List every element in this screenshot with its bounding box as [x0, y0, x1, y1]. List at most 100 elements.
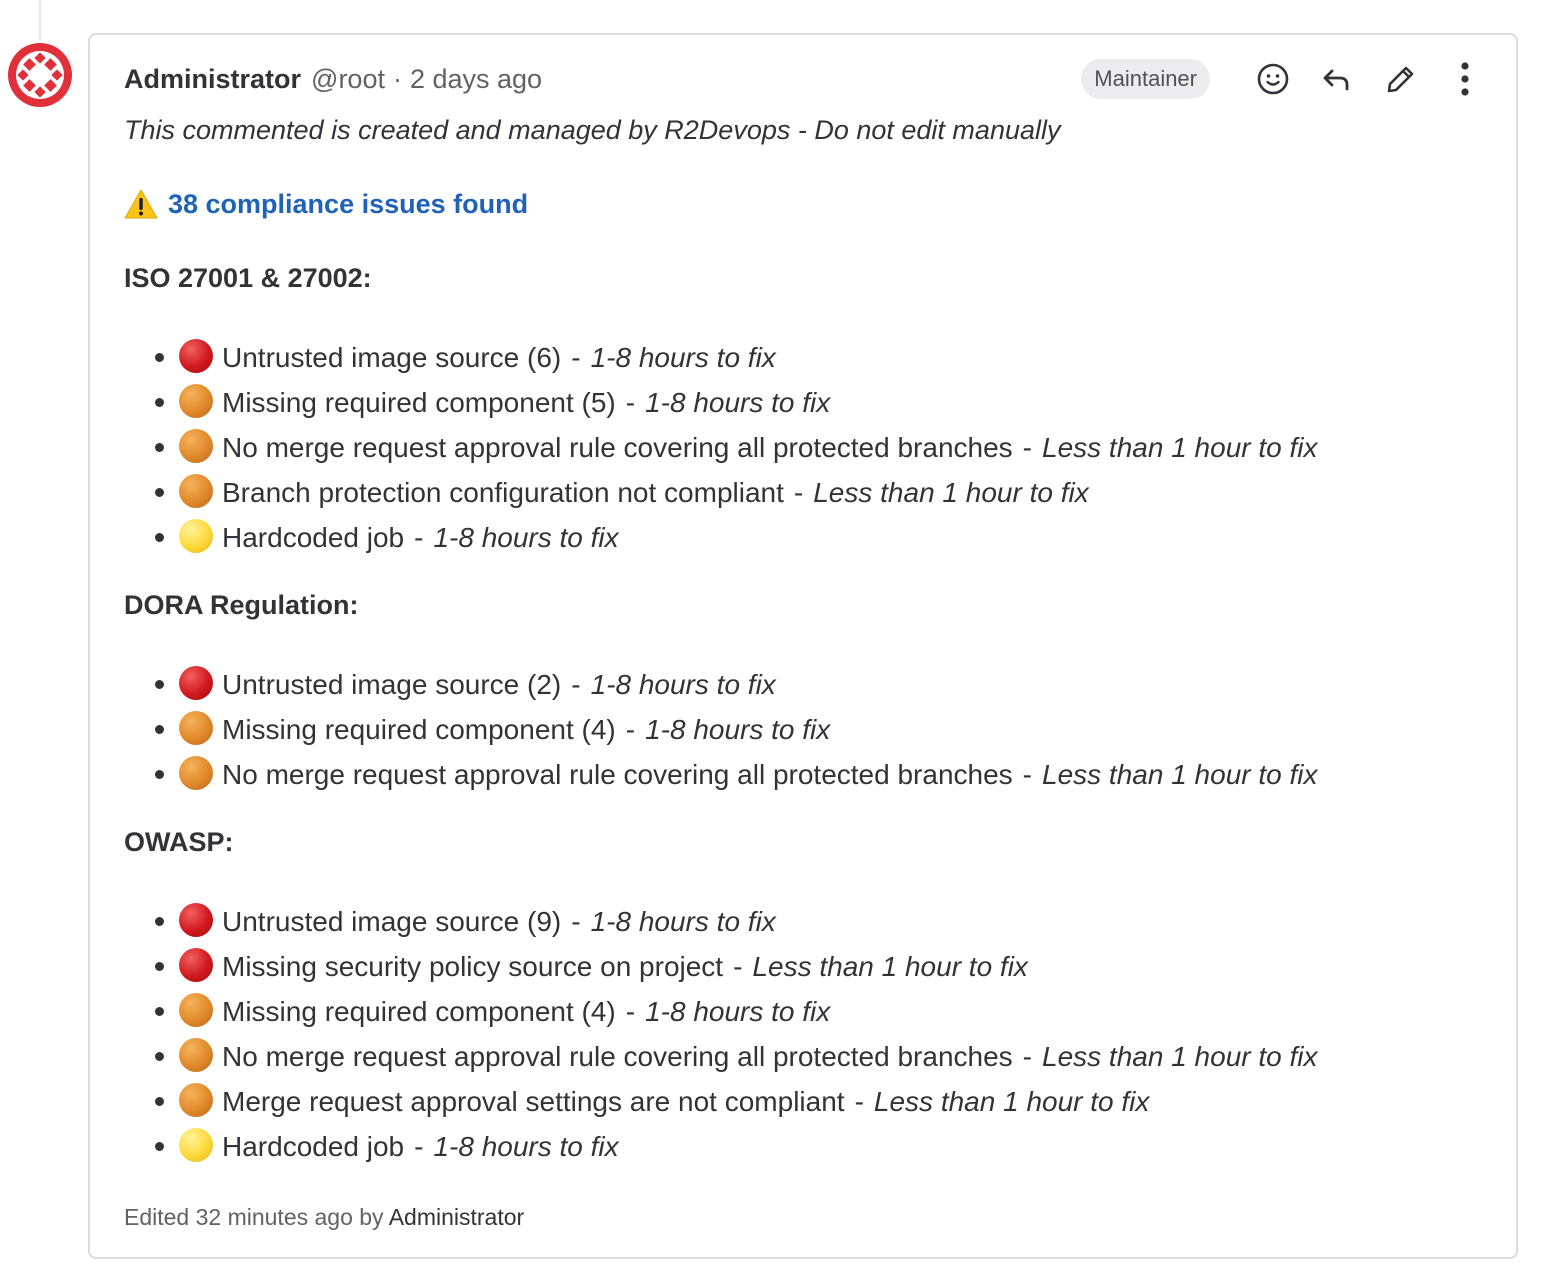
author-handle[interactable]: @root — [311, 64, 385, 95]
issue-label: Merge request approval settings are not … — [222, 1085, 845, 1117]
bullet-icon — [155, 1007, 164, 1016]
issue-separator: - — [571, 905, 581, 937]
issue-fix-time: 1-8 hours to fix — [433, 1130, 619, 1162]
bullet-icon — [155, 725, 164, 734]
section-title: ISO 27001 & 27002: — [124, 263, 372, 293]
role-badge: Maintainer — [1081, 59, 1210, 99]
avatar[interactable] — [7, 42, 73, 108]
issue-separator: - — [1022, 758, 1032, 790]
issue-fix-time: 1-8 hours to fix — [645, 995, 831, 1027]
issue-list: Untrusted image source (2) -1-8 hours to … — [124, 662, 1486, 797]
orange-circle-icon — [179, 429, 213, 463]
orange-circle-icon — [179, 756, 213, 790]
reply-button[interactable] — [1316, 58, 1358, 100]
warning-icon — [124, 188, 158, 220]
compliance-section: DORA Regulation: Untrusted image source (… — [124, 588, 1486, 797]
issue-separator: - — [571, 341, 581, 373]
issue-label: Hardcoded job — [222, 1130, 405, 1162]
issue-fix-time: 1-8 hours to fix — [590, 905, 776, 937]
edited-prefix: Edited 32 minutes ago by — [124, 1204, 384, 1230]
bullet-icon — [155, 1142, 164, 1151]
list-item: Merge request approval settings are not … — [124, 1079, 1486, 1124]
issue-fix-time: Less than 1 hour to fix — [1042, 758, 1318, 790]
bullet-icon — [155, 680, 164, 689]
list-item: Branch protection configuration not comp… — [124, 470, 1486, 515]
issue-separator: - — [414, 521, 424, 553]
bullet-icon — [155, 917, 164, 926]
note-intro: This commented is created and managed by… — [124, 115, 1061, 145]
more-actions-button[interactable] — [1444, 58, 1486, 100]
bullet-icon — [155, 770, 164, 779]
note-header: Administrator @root · 2 days ago Maintai… — [124, 59, 1486, 99]
add-reaction-button[interactable] — [1252, 58, 1294, 100]
issue-fix-time: 1-8 hours to fix — [645, 386, 831, 418]
note-card: Administrator @root · 2 days ago Maintai… — [88, 33, 1518, 1259]
issue-fix-time: 1-8 hours to fix — [590, 341, 776, 373]
orange-circle-icon — [179, 711, 213, 745]
timeline-line — [39, 0, 41, 40]
issue-label: Missing required component (4) — [222, 995, 616, 1027]
edited-note: Edited 32 minutes ago by Administrator — [124, 1204, 524, 1231]
issue-separator: - — [1022, 1040, 1032, 1072]
orange-circle-icon — [179, 384, 213, 418]
issue-fix-time: Less than 1 hour to fix — [752, 950, 1028, 982]
note-body: This commented is created and managed by… — [124, 113, 1486, 1169]
issue-label: Untrusted image source (6) — [222, 341, 562, 373]
section-title: OWASP: — [124, 827, 234, 857]
compliance-summary[interactable]: 38 compliance issues found — [124, 187, 1486, 221]
list-item: Hardcoded job -1-8 hours to fix — [124, 515, 1486, 560]
header-separator: · — [392, 63, 402, 94]
edit-button[interactable] — [1380, 58, 1422, 100]
issue-label: No merge request approval rule covering … — [222, 1040, 1013, 1072]
issue-separator: - — [733, 950, 743, 982]
author-name[interactable]: Administrator — [124, 64, 301, 95]
bullet-icon — [155, 443, 164, 452]
issue-list: Untrusted image source (6) -1-8 hours to … — [124, 335, 1486, 560]
list-item: No merge request approval rule covering … — [124, 752, 1486, 797]
issue-fix-time: Less than 1 hour to fix — [813, 476, 1089, 508]
list-item: Missing security policy source on projec… — [124, 944, 1486, 989]
note-timestamp[interactable]: 2 days ago — [410, 64, 542, 95]
issue-label: Hardcoded job — [222, 521, 405, 553]
red-circle-icon — [179, 948, 213, 982]
smiley-icon — [1257, 63, 1289, 95]
compliance-section: OWASP: Untrusted image source (9) -1-8 hou… — [124, 825, 1486, 1169]
issue-separator: - — [793, 476, 804, 508]
list-item: No merge request approval rule covering … — [124, 1034, 1486, 1079]
issue-fix-time: 1-8 hours to fix — [645, 713, 831, 745]
issue-label: Missing required component (4) — [222, 713, 616, 745]
issue-label: Missing security policy source on projec… — [222, 950, 724, 982]
issue-label: Branch protection configuration not comp… — [222, 476, 784, 508]
issue-label: Untrusted image source (2) — [222, 668, 562, 700]
more-vertical-icon — [1461, 62, 1469, 96]
bullet-icon — [155, 533, 164, 542]
orange-circle-icon — [179, 1083, 213, 1117]
reply-icon — [1323, 69, 1349, 91]
bullet-icon — [155, 962, 164, 971]
issue-label: No merge request approval rule covering … — [222, 431, 1013, 463]
issue-separator: - — [625, 995, 636, 1027]
issue-fix-time: Less than 1 hour to fix — [1042, 1040, 1318, 1072]
issue-separator: - — [625, 713, 636, 745]
issue-separator: - — [854, 1085, 864, 1117]
issue-label: Missing required component (5) — [222, 386, 616, 418]
red-circle-icon — [179, 903, 213, 937]
issue-fix-time: Less than 1 hour to fix — [1042, 431, 1318, 463]
list-item: Untrusted image source (9) -1-8 hours to … — [124, 899, 1486, 944]
issue-separator: - — [625, 386, 636, 418]
note-actions: Maintainer — [1081, 59, 1486, 99]
compliance-summary-label: 38 compliance issues found — [168, 189, 529, 219]
list-item: Missing required component (5) -1-8 hours… — [124, 380, 1486, 425]
bullet-icon — [155, 398, 164, 407]
bullet-icon — [155, 1097, 164, 1106]
issue-fix-time: Less than 1 hour to fix — [873, 1085, 1150, 1117]
list-item: Untrusted image source (6) -1-8 hours to … — [124, 335, 1486, 380]
orange-circle-icon — [179, 1038, 213, 1072]
issue-separator: - — [571, 668, 581, 700]
bullet-icon — [155, 353, 164, 362]
compliance-sections: ISO 27001 & 27002: Untrusted image source… — [124, 261, 1486, 1169]
orange-circle-icon — [179, 993, 213, 1027]
edited-by-link[interactable]: Administrator — [389, 1204, 524, 1230]
issue-label: No merge request approval rule covering … — [222, 758, 1013, 790]
issue-fix-time: 1-8 hours to fix — [590, 668, 776, 700]
